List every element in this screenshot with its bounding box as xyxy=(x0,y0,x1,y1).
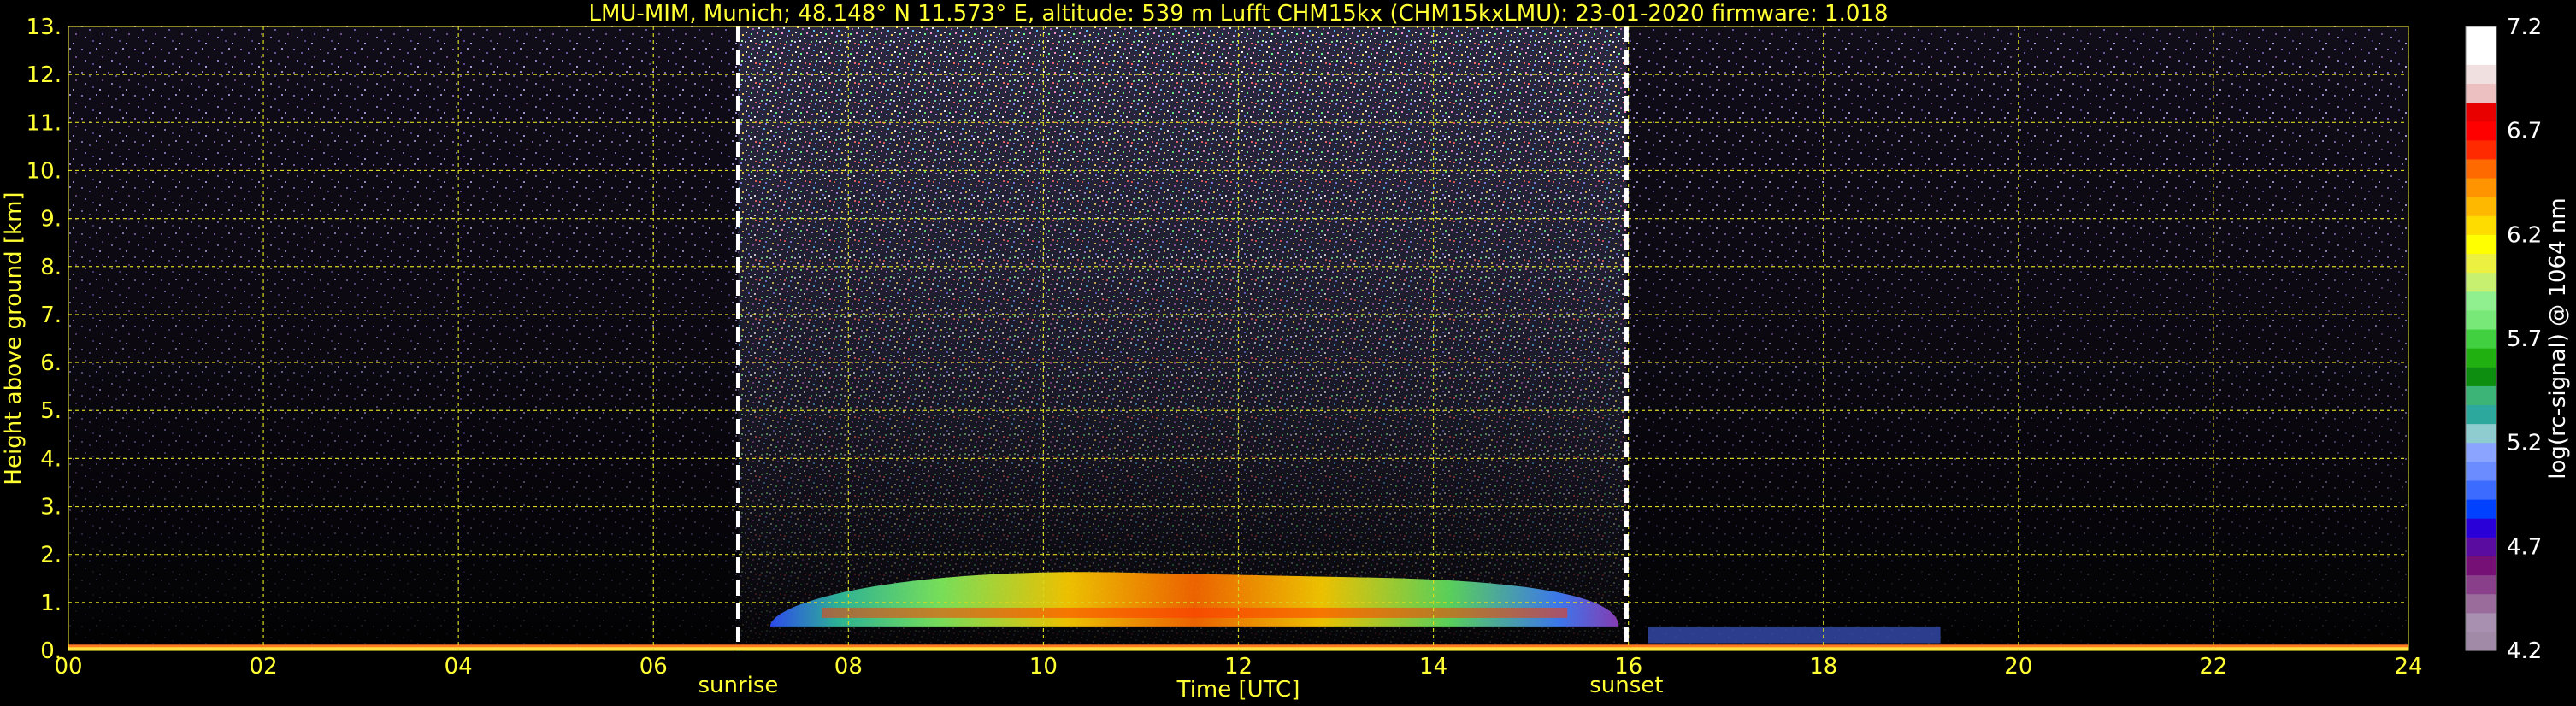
colorbar xyxy=(2465,26,2497,651)
colorbar-swatch xyxy=(2466,461,2496,481)
chart-title: LMU-MIM, Munich; 48.148° N 11.573° E, al… xyxy=(588,1,1888,26)
colorbar-swatch xyxy=(2466,158,2496,179)
colorbar-tick-label: 6.7 xyxy=(2507,119,2542,144)
colorbar-swatch xyxy=(2466,404,2496,425)
y-tick-labels: 0. 1. 2. 3. 4. 5. 6. 7. 8. 9. 10. 11. 12. 13. xyxy=(27,15,62,664)
colorbar-swatch xyxy=(2466,309,2496,330)
colorbar-swatch xyxy=(2466,121,2496,141)
colorbar-tick-label: 5.7 xyxy=(2507,327,2542,352)
colorbar-swatch xyxy=(2466,177,2496,197)
colorbar-swatch xyxy=(2466,234,2496,255)
colorbar-swatch xyxy=(2466,64,2496,84)
ceilometer-chart: LMU-MIM, Munich; 48.148° N 11.573° E, al… xyxy=(1,1,2571,703)
colorbar-swatch xyxy=(2466,442,2496,462)
x-tick-label: 20 xyxy=(2004,654,2032,680)
x-tick-label: 10 xyxy=(1029,654,1058,680)
colorbar-swatch xyxy=(2466,574,2496,595)
evening-layer xyxy=(1648,626,1941,644)
colorbar-swatch xyxy=(2466,253,2496,274)
colorbar-tick-label: 5.2 xyxy=(2507,431,2542,456)
y-tick-label: 1. xyxy=(40,591,62,616)
y-axis-label: Height above ground [km] xyxy=(1,191,27,485)
y-tick-label: 4. xyxy=(40,446,62,472)
colorbar-swatch xyxy=(2466,423,2496,444)
colorbar-swatch xyxy=(2466,45,2496,65)
colorbar-swatch xyxy=(2466,556,2496,576)
colorbar-tick-label: 4.2 xyxy=(2507,638,2542,664)
y-tick-label: 8. xyxy=(40,255,62,280)
y-tick-label: 2. xyxy=(40,543,62,568)
x-tick-label: 22 xyxy=(2199,654,2227,680)
y-tick-label: 0. xyxy=(40,638,62,664)
colorbar-swatch xyxy=(2466,367,2496,386)
colorbar-tick-labels: 7.2 6.7 6.2 5.7 5.2 4.7 4.2 xyxy=(2507,15,2542,664)
y-tick-label: 7. xyxy=(40,303,62,328)
plot-area xyxy=(68,26,2409,651)
colorbar-swatch xyxy=(2466,328,2496,349)
x-tick-label: 14 xyxy=(1419,654,1447,680)
y-tick-label: 13. xyxy=(27,15,62,40)
colorbar-tick-label: 7.2 xyxy=(2507,15,2542,40)
colorbar-swatch xyxy=(2466,215,2496,235)
colorbar-swatch xyxy=(2466,537,2496,556)
colorbar-tick-label: 6.2 xyxy=(2507,222,2542,248)
daylight-noise-fade xyxy=(68,26,2408,650)
colorbar-swatch xyxy=(2466,499,2496,519)
colorbar-swatch xyxy=(2466,83,2496,103)
x-tick-label: 02 xyxy=(250,654,278,680)
colorbar-swatch xyxy=(2466,272,2496,292)
colorbar-swatch xyxy=(2466,139,2496,160)
sunrise-label: sunrise xyxy=(698,673,778,698)
y-tick-label: 3. xyxy=(40,495,62,521)
colorbar-swatch xyxy=(2466,631,2496,651)
y-tick-label: 10. xyxy=(27,158,62,184)
y-tick-label: 5. xyxy=(40,398,62,424)
x-tick-label: 12 xyxy=(1224,654,1253,680)
x-tick-label: 08 xyxy=(834,654,863,680)
y-tick-label: 9. xyxy=(40,207,62,232)
colorbar-swatch xyxy=(2466,26,2496,46)
x-tick-label: 06 xyxy=(640,654,668,680)
colorbar-swatch xyxy=(2466,612,2496,632)
x-tick-label: 24 xyxy=(2394,654,2422,680)
x-tick-label: 18 xyxy=(1809,654,1837,680)
x-tick-label: 04 xyxy=(445,654,473,680)
y-tick-label: 6. xyxy=(40,350,62,376)
colorbar-swatch xyxy=(2466,102,2496,122)
colorbar-label: log(rc-signal) @ 1064 nm xyxy=(2545,197,2571,479)
colorbar-swatch xyxy=(2466,479,2496,500)
sunset-label: sunset xyxy=(1589,673,1663,698)
colorbar-swatch xyxy=(2466,385,2496,406)
boundary-layer-core xyxy=(822,607,1568,618)
x-tick-labels: 00 02 04 06 08 10 12 14 16 18 20 22 24 xyxy=(54,654,2422,680)
colorbar-swatch xyxy=(2466,593,2496,614)
colorbar-swatch xyxy=(2466,518,2496,538)
colorbar-swatch xyxy=(2466,197,2496,216)
y-tick-label: 12. xyxy=(27,62,62,88)
colorbar-swatch xyxy=(2466,348,2496,368)
colorbar-swatch xyxy=(2466,291,2496,311)
y-tick-label: 11. xyxy=(27,110,62,136)
x-axis-label: Time [UTC] xyxy=(1176,677,1300,703)
colorbar-tick-label: 4.7 xyxy=(2507,534,2542,560)
